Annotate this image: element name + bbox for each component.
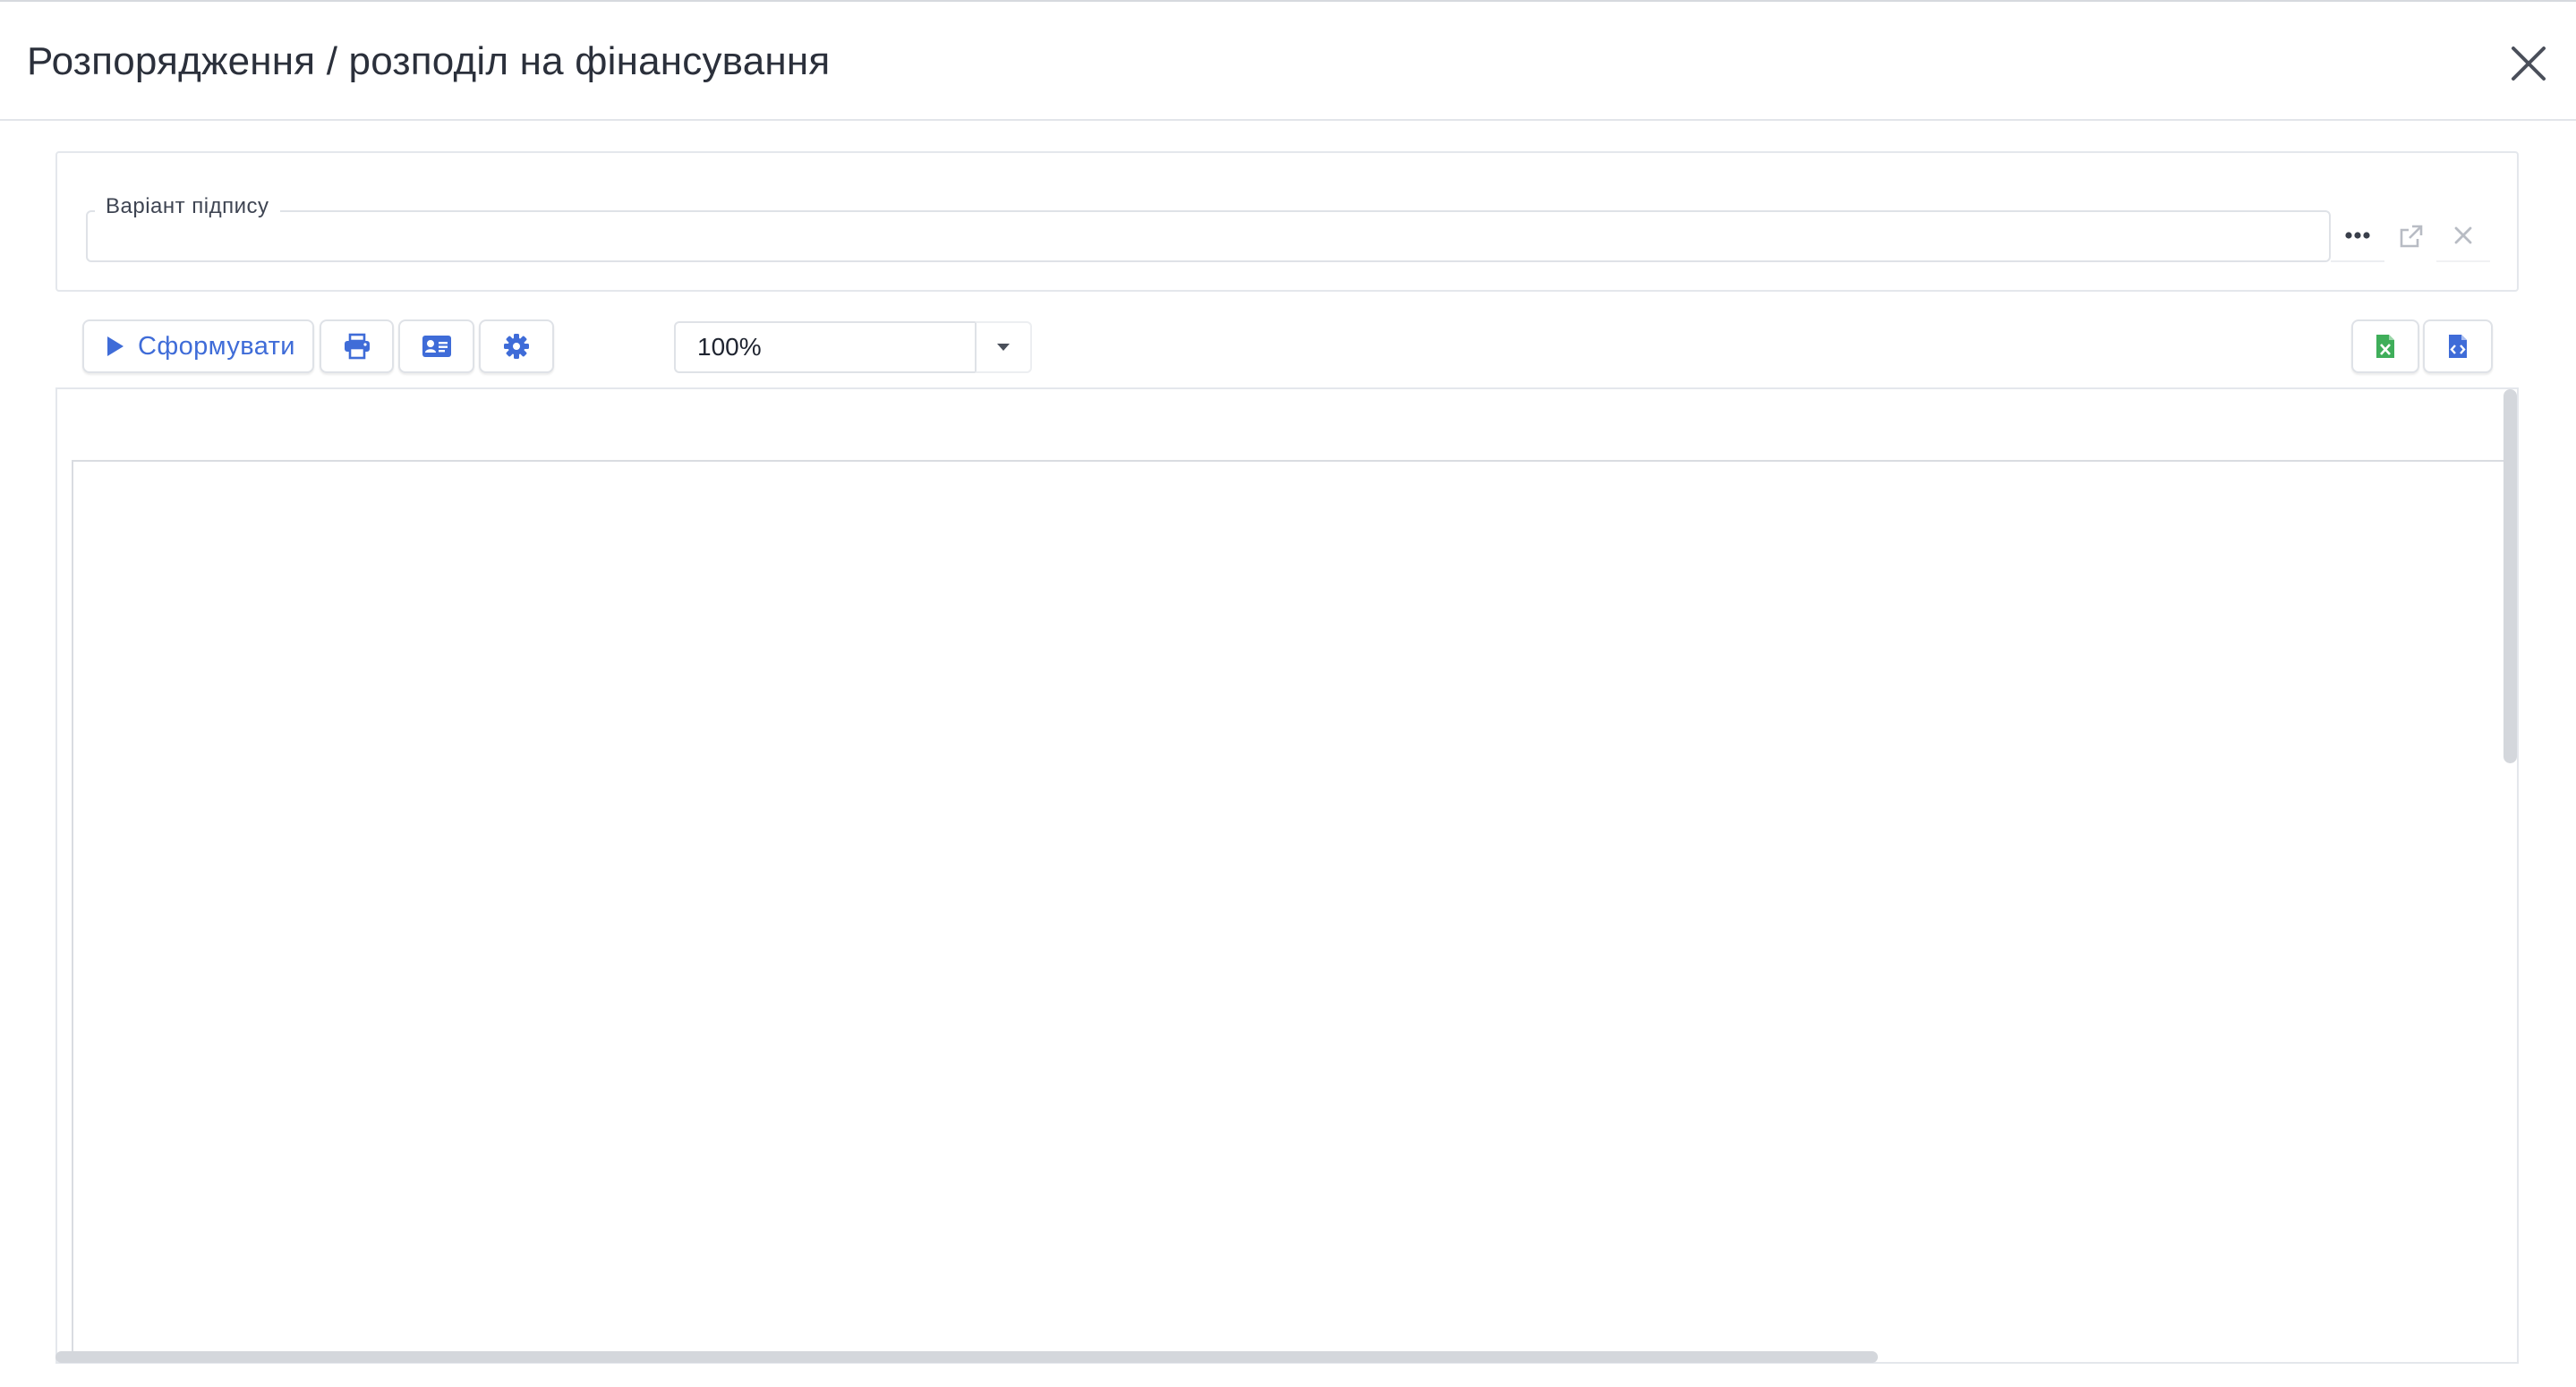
print-button[interactable] (320, 319, 394, 373)
dialog-header: Розпорядження / розподіл на фінансування (0, 2, 2576, 121)
excel-file-icon (2376, 335, 2394, 358)
code-file-icon (2449, 335, 2467, 358)
zoom-dropdown-button[interactable] (975, 321, 1032, 373)
zoom-select[interactable]: 100% (674, 321, 975, 373)
report-page (72, 460, 2506, 1355)
id-card-icon (422, 336, 451, 357)
more-icon (2345, 232, 2370, 239)
signature-variant-field[interactable] (86, 210, 2331, 262)
open-external-icon (2400, 225, 2423, 248)
export-excel-button[interactable] (2351, 319, 2419, 373)
signatories-button[interactable] (398, 319, 474, 373)
gear-icon (504, 334, 529, 359)
dialog-title: Розпорядження / розподіл на фінансування (27, 39, 831, 83)
signature-select-button[interactable] (2331, 210, 2384, 262)
export-html-button[interactable] (2423, 319, 2493, 373)
signature-clear-button[interactable] (2436, 210, 2490, 262)
chevron-down-icon (997, 344, 1010, 351)
vertical-scrollbar[interactable] (2503, 389, 2517, 763)
horizontal-scrollbar[interactable] (55, 1351, 1878, 1363)
clear-icon (2454, 226, 2472, 244)
signature-open-button[interactable] (2384, 210, 2438, 262)
generate-button-label: Сформувати (138, 331, 295, 361)
settings-button[interactable] (479, 319, 554, 373)
generate-button[interactable]: Сформувати (82, 319, 314, 373)
close-button[interactable] (2503, 38, 2555, 89)
play-icon (107, 336, 124, 356)
close-icon (2512, 47, 2546, 81)
print-icon (344, 333, 370, 360)
signature-variant-label: Варіант підпису (95, 192, 280, 221)
